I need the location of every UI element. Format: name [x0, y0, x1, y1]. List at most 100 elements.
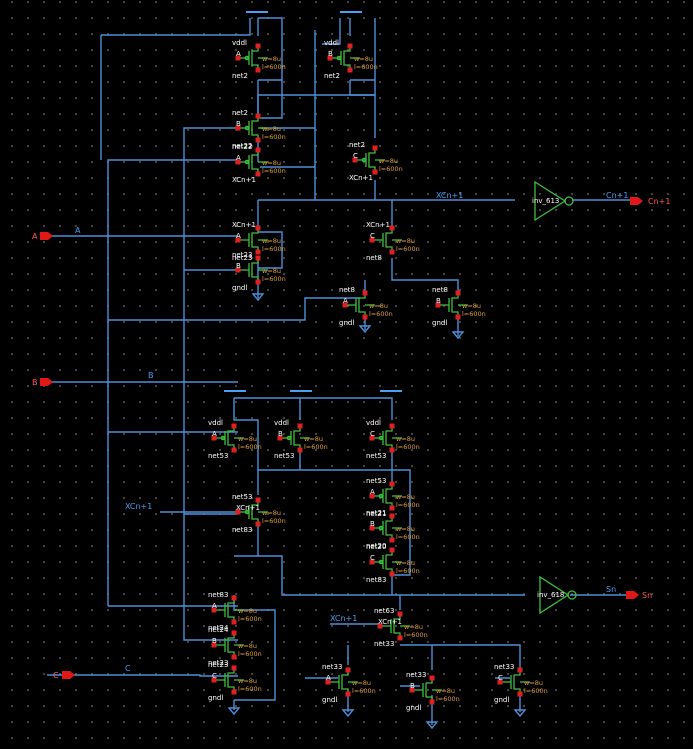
- transistor-n10[interactable]: net33 Agndl w=8ul=600n: [322, 663, 376, 704]
- pin-Sn[interactable]: Sn: [626, 591, 652, 600]
- terminal-dot[interactable]: [231, 423, 237, 429]
- gate-label: C: [498, 674, 503, 682]
- terminal-dot[interactable]: [429, 699, 435, 705]
- terminal-dot[interactable]: [231, 619, 237, 625]
- pin-Cn1[interactable]: Cn+1: [630, 197, 670, 206]
- terminal-dot[interactable]: [255, 171, 261, 177]
- inv-carry-label: inv_613: [532, 197, 559, 205]
- length-param: l=600n: [262, 517, 286, 525]
- svg-text:Sn: Sn: [642, 591, 652, 600]
- source-label: net33: [406, 671, 426, 679]
- transistor-p5[interactable]: net2 C XCn+1 w=8ul=600n: [349, 141, 403, 182]
- terminal-dot[interactable]: [372, 169, 378, 175]
- gate-label: B: [370, 520, 375, 528]
- width-param: w=8u: [462, 302, 481, 310]
- transistor-p6[interactable]: vddl Anet53 w=8ul=600n: [208, 419, 262, 460]
- transistor-p4[interactable]: net22 A XCn+1 w=8ul=600n: [232, 143, 286, 184]
- terminal-dot[interactable]: [231, 595, 237, 601]
- terminal-dot[interactable]: [389, 571, 395, 577]
- transistor-n2[interactable]: net23 Bgndl w=8ul=600n: [232, 251, 286, 292]
- terminal-dot[interactable]: [347, 67, 353, 73]
- transistor-layer: vddlAnet2w=8ul=600nvddlBnet2w=8ul=600nne…: [208, 39, 548, 712]
- terminal-dot[interactable]: [389, 505, 395, 511]
- terminal-dot[interactable]: [255, 113, 261, 119]
- transistor-n12[interactable]: net33 Cgndl w=8ul=600n: [494, 663, 548, 704]
- terminal-dot[interactable]: [231, 447, 237, 453]
- transistor-n3[interactable]: XCn+1 Cnet8 w=8ul=600n: [366, 221, 420, 262]
- length-param: l=600n: [262, 167, 286, 175]
- terminal-dot[interactable]: [231, 654, 237, 660]
- terminal-dot[interactable]: [389, 537, 395, 543]
- terminal-dot[interactable]: [397, 611, 403, 617]
- terminal-dot[interactable]: [255, 255, 261, 261]
- terminal-dot[interactable]: [345, 691, 351, 697]
- transistor-p12[interactable]: net20 Cnet83 w=8ul=600n: [366, 543, 420, 584]
- source-label: net53: [366, 477, 386, 485]
- terminal-dot[interactable]: [389, 249, 395, 255]
- width-param: w=8u: [238, 642, 257, 650]
- transistor-p8[interactable]: vddl Cnet53 w=8ul=600n: [366, 419, 420, 460]
- terminal-dot[interactable]: [255, 521, 261, 527]
- terminal-dot[interactable]: [345, 667, 351, 673]
- schematic-canvas[interactable]: inv_613 inv_618 A B C Cn+1 Sn A B C XCn+…: [0, 0, 693, 749]
- terminal-dot[interactable]: [297, 447, 303, 453]
- transistor-n9[interactable]: net63 XCn+1 net33 w=8ul=600n: [374, 607, 428, 648]
- gate-label: B: [236, 120, 241, 128]
- terminal-dot[interactable]: [389, 447, 395, 453]
- width-param: w=8u: [396, 559, 415, 567]
- terminal-dot[interactable]: [255, 225, 261, 231]
- terminal-dot[interactable]: [372, 145, 378, 151]
- transistor-n8[interactable]: net23 Cgndl w=8ul=600n: [208, 661, 262, 702]
- source-label: net23: [208, 661, 228, 669]
- terminal-dot[interactable]: [255, 497, 261, 503]
- terminal-dot[interactable]: [517, 691, 523, 697]
- terminal-dot[interactable]: [389, 225, 395, 231]
- pin-C[interactable]: C: [53, 671, 75, 680]
- terminal-dot[interactable]: [362, 314, 368, 320]
- terminal-dot[interactable]: [297, 423, 303, 429]
- terminal-dot[interactable]: [397, 635, 403, 641]
- gate-label: B: [212, 637, 217, 645]
- transistor-p2[interactable]: vddl Bnet2 w=8ul=600n: [324, 39, 378, 80]
- source-label: net2: [349, 141, 365, 149]
- transistor-n4[interactable]: net8 Agndl w=8ul=600n: [339, 286, 393, 327]
- source-label: XCn+1: [232, 221, 256, 229]
- drain-label: net53: [274, 452, 294, 460]
- terminal-dot[interactable]: [429, 675, 435, 681]
- terminal-dot[interactable]: [255, 249, 261, 255]
- terminal-dot[interactable]: [362, 290, 368, 296]
- gate-label: C: [370, 430, 375, 438]
- transistor-p7[interactable]: vddl Bnet53 w=8ul=600n: [274, 419, 328, 460]
- pin-A[interactable]: A: [32, 232, 53, 241]
- transistor-p9[interactable]: net53 XCn+1 net83 w=8ul=600n: [232, 493, 286, 534]
- terminal-dot[interactable]: [455, 290, 461, 296]
- source-label: net2: [232, 109, 248, 117]
- terminal-dot[interactable]: [455, 314, 461, 320]
- terminal-dot[interactable]: [517, 667, 523, 673]
- terminal-dot[interactable]: [389, 547, 395, 553]
- gate-label: C: [212, 672, 217, 680]
- terminal-dot[interactable]: [255, 43, 261, 49]
- terminal-dot[interactable]: [231, 630, 237, 636]
- transistor-n11[interactable]: net33 Bgndl w=8ul=600n: [406, 671, 460, 712]
- terminal-dot[interactable]: [389, 481, 395, 487]
- source-label: vddl: [324, 39, 339, 47]
- terminal-dot[interactable]: [255, 67, 261, 73]
- terminal-dot[interactable]: [231, 689, 237, 695]
- terminal-dot[interactable]: [255, 147, 261, 153]
- width-param: w=8u: [262, 267, 281, 275]
- inverter-carry[interactable]: inv_613: [532, 180, 574, 222]
- terminal-dot[interactable]: [255, 279, 261, 285]
- terminal-dot[interactable]: [389, 513, 395, 519]
- terminal-dot[interactable]: [255, 137, 261, 143]
- terminal-dot[interactable]: [231, 665, 237, 671]
- transistor-n5[interactable]: net8 Bgndl w=8ul=600n: [432, 286, 486, 327]
- width-param: w=8u: [354, 55, 373, 63]
- width-param: w=8u: [396, 237, 415, 245]
- length-param: l=600n: [262, 133, 286, 141]
- transistor-p1[interactable]: vddl Anet2 w=8ul=600n: [232, 39, 286, 80]
- terminal-dot[interactable]: [389, 423, 395, 429]
- terminal-dot[interactable]: [347, 43, 353, 49]
- pin-B[interactable]: B: [32, 378, 53, 387]
- drain-label: gndl: [322, 696, 337, 704]
